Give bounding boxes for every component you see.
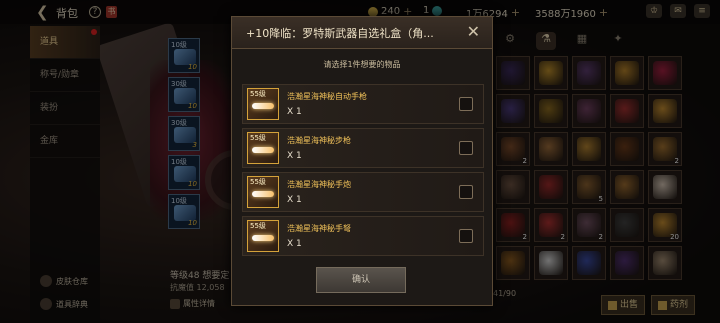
option-checkbox[interactable] [459,141,473,155]
option-name: 浩瀚星海神秘手弩 [287,224,351,233]
option-quantity: X 1 [287,195,302,205]
option-list: 55级 浩瀚星海神秘自动手枪 X 1 55级 浩瀚星海神秘步枪 X 1 55级 … [242,84,484,260]
weapon-icon: 55级 [247,220,279,252]
option-row[interactable]: 55级 浩瀚星海神秘手炮 X 1 [242,172,484,212]
option-name: 浩瀚星海神秘步枪 [287,136,351,145]
option-quantity: X 1 [287,151,302,161]
option-name: 浩瀚星海神秘手炮 [287,180,351,189]
option-row[interactable]: 55级 浩瀚星海神秘自动手枪 X 1 [242,84,484,124]
confirm-button[interactable]: 确认 [316,267,406,293]
option-name: 浩瀚星海神秘自动手枪 [287,92,367,101]
option-checkbox[interactable] [459,97,473,111]
dialog-header: +10降临：罗特斯武器自选礼盒（角... ✕ [232,17,492,49]
select-gift-dialog: +10降临：罗特斯武器自选礼盒（角... ✕ 请选择1件想要的物品 55级 浩瀚… [231,16,493,306]
close-icon[interactable]: ✕ [467,22,480,41]
option-row[interactable]: 55级 浩瀚星海神秘手弩 X 1 [242,216,484,256]
weapon-icon: 55级 [247,132,279,164]
dialog-subtitle: 请选择1件想要的物品 [323,60,401,69]
option-quantity: X 1 [287,239,302,249]
dialog-title: +10降临：罗特斯武器自选礼盒（角... [246,27,434,40]
weapon-icon: 55级 [247,176,279,208]
option-checkbox[interactable] [459,185,473,199]
option-checkbox[interactable] [459,229,473,243]
option-quantity: X 1 [287,107,302,117]
weapon-icon: 55级 [247,88,279,120]
option-row[interactable]: 55级 浩瀚星海神秘步枪 X 1 [242,128,484,168]
